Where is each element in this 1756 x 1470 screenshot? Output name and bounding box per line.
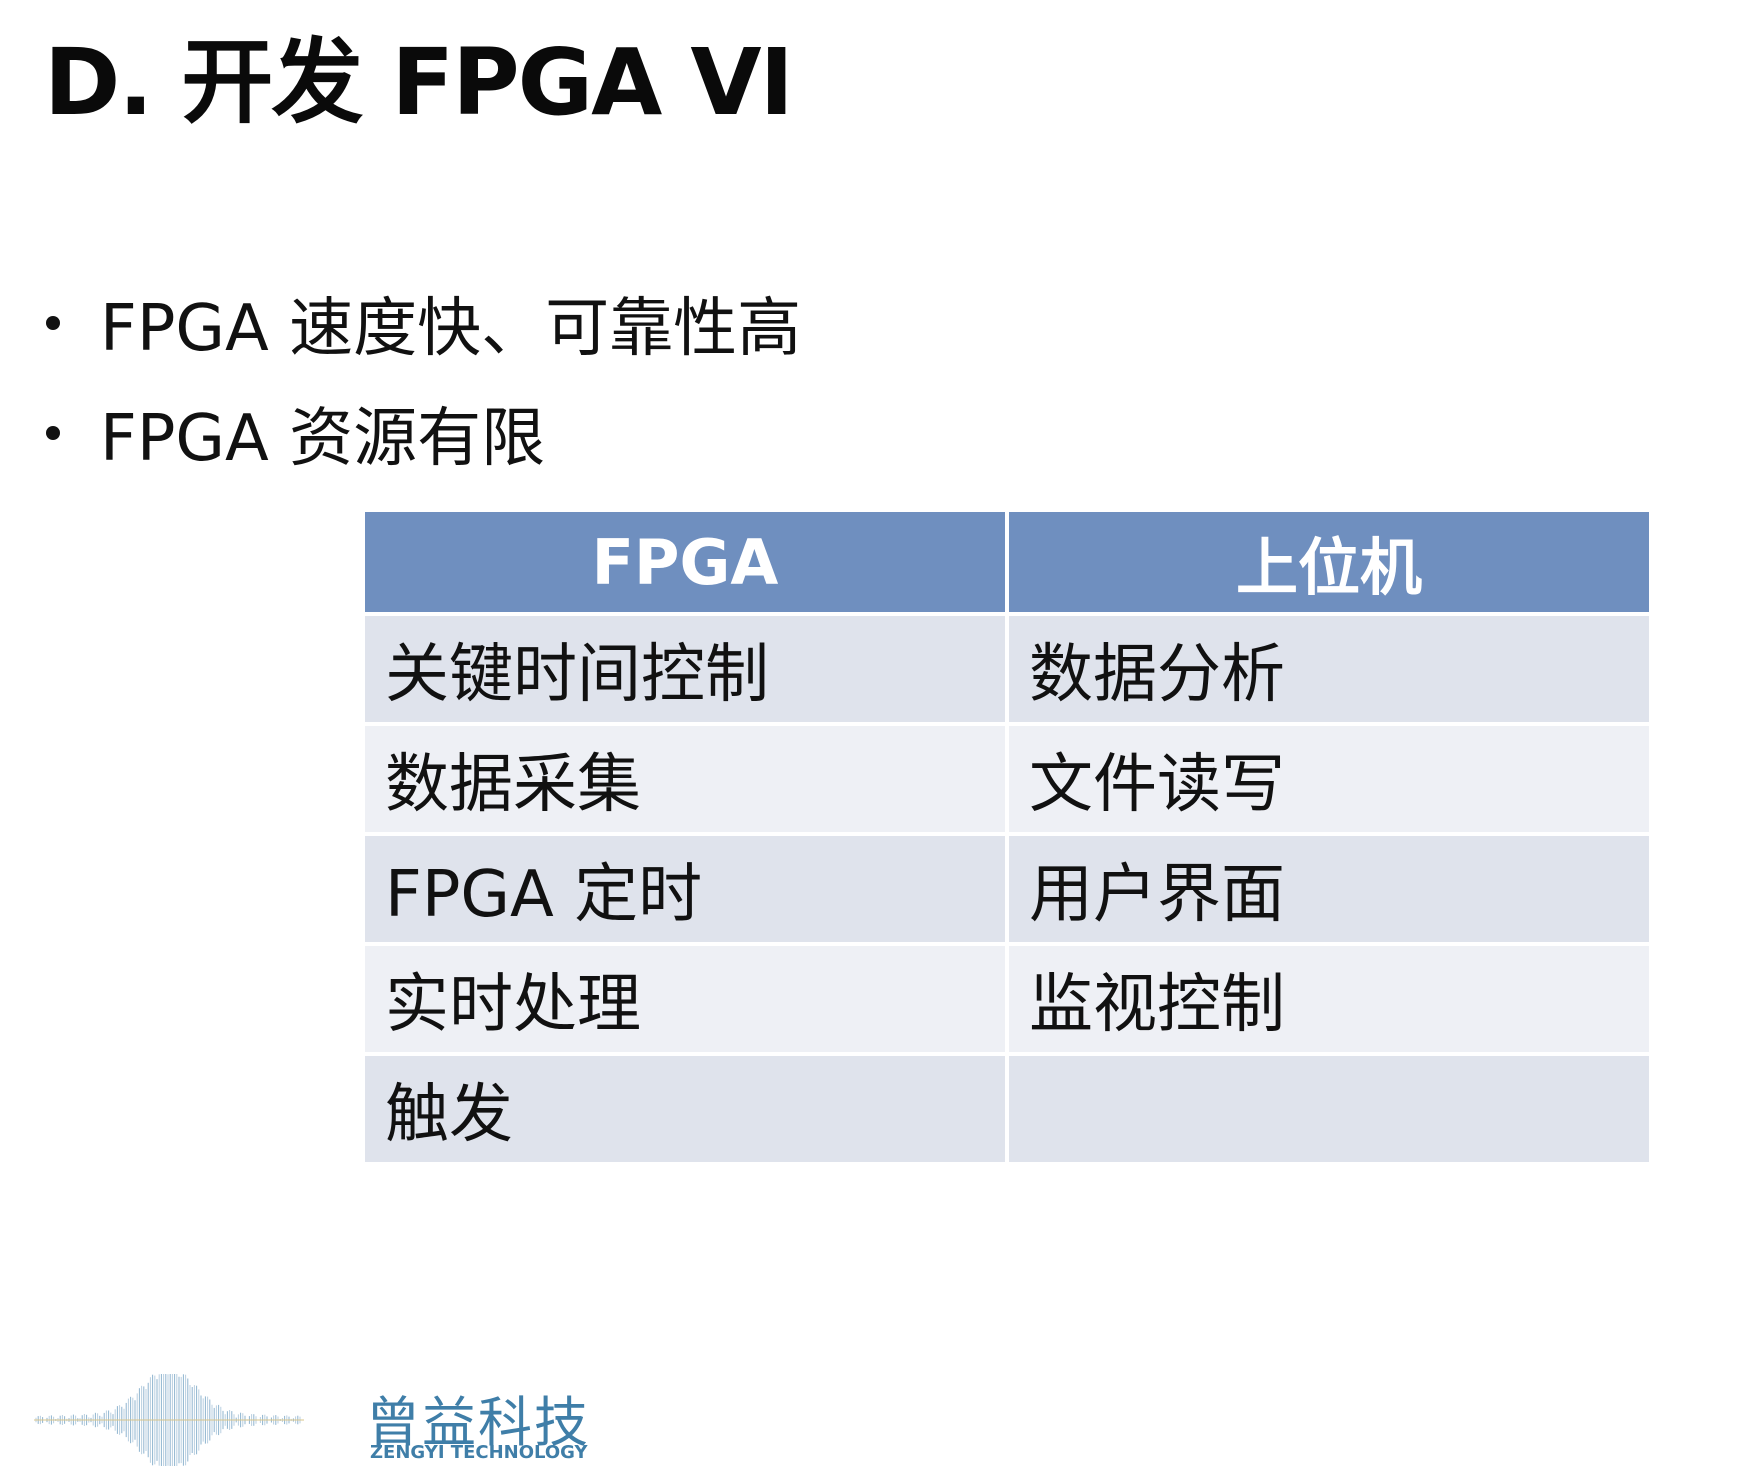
table-row: 触发 <box>365 1056 1649 1162</box>
table-cell-fpga: 关键时间控制 <box>365 616 1005 722</box>
bullet-list: FPGA 速度快、可靠性高 FPGA 资源有限 <box>44 268 801 488</box>
table-header-host: 上位机 <box>1009 512 1649 612</box>
waveform-icon <box>34 1374 304 1466</box>
comparison-table-container: FPGA 上位机 关键时间控制 数据分析 数据采集 文件读写 FPGA 定时 用… <box>365 512 1657 1170</box>
bullet-dot-icon <box>46 316 60 330</box>
table-header-row: FPGA 上位机 <box>365 512 1649 612</box>
bullet-dot-icon <box>46 426 60 440</box>
bullet-text: FPGA 资源有限 <box>100 402 546 476</box>
table-row: FPGA 定时 用户界面 <box>365 836 1649 942</box>
table-cell-host <box>1009 1056 1649 1162</box>
table-cell-host: 监视控制 <box>1009 946 1649 1052</box>
table-cell-host: 文件读写 <box>1009 726 1649 832</box>
table-cell-host: 用户界面 <box>1009 836 1649 942</box>
table-row: 关键时间控制 数据分析 <box>365 616 1649 722</box>
slide: D. 开发 FPGA VI FPGA 速度快、可靠性高 FPGA 资源有限 FP… <box>0 0 1756 1470</box>
table-row: 数据采集 文件读写 <box>365 726 1649 832</box>
table-cell-fpga: 实时处理 <box>365 946 1005 1052</box>
comparison-table: FPGA 上位机 关键时间控制 数据分析 数据采集 文件读写 FPGA 定时 用… <box>361 508 1653 1166</box>
table-cell-fpga: FPGA 定时 <box>365 836 1005 942</box>
table-row: 实时处理 监视控制 <box>365 946 1649 1052</box>
logo-name-en: ZENGYI TECHNOLOGY <box>370 1442 588 1463</box>
bullet-item: FPGA 资源有限 <box>44 378 801 488</box>
table-cell-fpga: 数据采集 <box>365 726 1005 832</box>
table-cell-host: 数据分析 <box>1009 616 1649 722</box>
slide-title: D. 开发 FPGA VI <box>44 29 794 136</box>
table-header-fpga: FPGA <box>365 512 1005 612</box>
table-cell-fpga: 触发 <box>365 1056 1005 1162</box>
bullet-text: FPGA 速度快、可靠性高 <box>100 292 802 366</box>
bullet-item: FPGA 速度快、可靠性高 <box>44 268 801 378</box>
company-logo: 曾益科技 ZENGYI TECHNOLOGY <box>34 1372 674 1468</box>
